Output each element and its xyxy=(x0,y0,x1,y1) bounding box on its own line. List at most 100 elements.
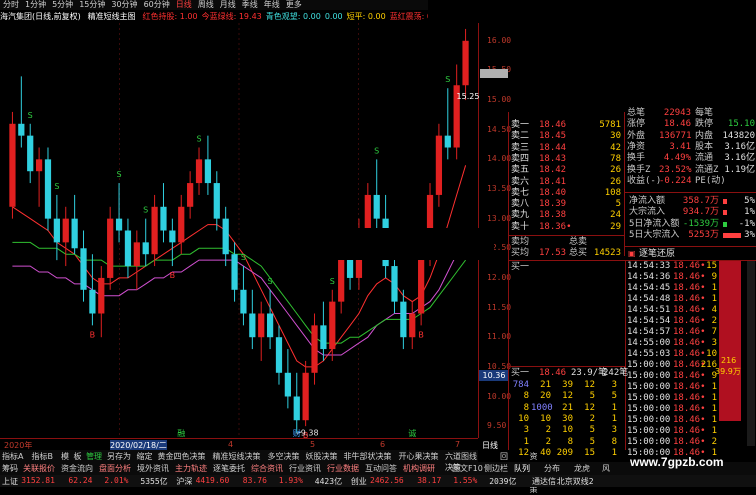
signal-label: B xyxy=(170,271,176,280)
date-tick: 7 xyxy=(455,440,461,449)
period-tab[interactable]: 分时 xyxy=(0,0,22,10)
candle-body xyxy=(169,230,176,243)
stock-title: 海汽集团(日线,前复权) xyxy=(0,12,81,21)
queue-volume: 8 xyxy=(611,436,617,447)
queue-row: 10 10 30 2 1 xyxy=(509,414,756,425)
info-tab[interactable]: 逐笔委托 xyxy=(213,463,245,474)
info-tab[interactable]: 盘面分析 xyxy=(99,463,131,474)
indicator-tab[interactable]: 多空决策 xyxy=(268,451,300,462)
info-tab[interactable]: 主力轨迹 xyxy=(175,463,207,474)
info-tab[interactable]: 行业资讯 xyxy=(289,463,321,474)
indicator-tab[interactable]: 指标A xyxy=(2,451,23,462)
index-quote: 5355亿 xyxy=(140,477,168,486)
signal-label: S xyxy=(117,170,122,179)
index-quote: 北京双线2 xyxy=(556,477,594,486)
side-tab[interactable]: 队列 xyxy=(514,463,530,474)
queue-volume: 12 xyxy=(584,380,595,390)
flow-value: 934.7万 xyxy=(682,207,719,218)
period-label[interactable]: 日线 xyxy=(482,440,498,451)
index-quote: 4419.60 xyxy=(195,476,230,485)
event-marker[interactable]: 财 xyxy=(293,428,301,438)
queue-row: 8 1000 21 12 1 xyxy=(509,403,756,414)
current-price-label: 15.25 xyxy=(456,92,480,102)
flow-value: -1539万 xyxy=(682,218,719,229)
event-marker[interactable]: 诚 xyxy=(408,428,416,438)
info-tab[interactable]: 机构调研 xyxy=(403,463,435,474)
candle-body xyxy=(373,194,380,219)
tick-volume: 2 xyxy=(711,316,717,326)
candle-body xyxy=(249,313,256,338)
queue-volume: 12 xyxy=(518,447,529,458)
queue-volume: 20 xyxy=(540,391,551,402)
flow-percent: 5% xyxy=(744,196,755,206)
period-tab[interactable]: 5分钟 xyxy=(49,0,76,10)
stat-label: 收益(-) xyxy=(627,175,662,186)
period-tab[interactable]: 年线 xyxy=(261,0,283,10)
indicator-tab[interactable]: 模 xyxy=(61,451,69,462)
indicator-tab[interactable]: 另存为 xyxy=(107,451,131,462)
candle-body xyxy=(240,289,247,314)
period-tab[interactable]: 更多 xyxy=(283,0,305,10)
stat-label: 流通Z xyxy=(695,164,719,175)
queue-volume: 209 xyxy=(556,447,573,458)
candle-body xyxy=(364,194,371,231)
candle-body xyxy=(204,159,212,184)
period-tab[interactable]: 月线 xyxy=(217,0,239,10)
queue-volume: 39 xyxy=(562,380,573,390)
indicator-tab[interactable]: 开心果决策 xyxy=(399,451,439,462)
signal-label: S xyxy=(268,277,273,286)
queue-volume: 5 xyxy=(589,425,595,436)
indicator-tab[interactable]: 板 xyxy=(74,451,82,462)
period-tab[interactable]: 日线 xyxy=(173,0,195,10)
candle-body xyxy=(329,301,336,350)
candle-body xyxy=(213,183,220,219)
period-tab[interactable]: 1分钟 xyxy=(22,0,49,10)
candle-body xyxy=(266,313,274,338)
side-tab[interactable]: 侧边栏 xyxy=(484,463,508,474)
info-tab[interactable]: 境外资讯 xyxy=(137,463,169,474)
period-tab[interactable]: 60分钟 xyxy=(141,0,173,10)
indicator-tab[interactable]: 缩定 xyxy=(137,451,153,462)
stat-label: 股本 xyxy=(695,141,714,152)
candle-body xyxy=(293,396,300,421)
period-tab[interactable]: 季线 xyxy=(239,0,261,10)
indicator-tab[interactable]: 精准短线决策 xyxy=(213,451,261,462)
flow-percent: 1% xyxy=(744,207,755,218)
indicator-tab[interactable]: 指标B xyxy=(32,451,54,462)
info-tab[interactable]: 互动问答 xyxy=(365,463,397,474)
side-tab[interactable]: 风 xyxy=(602,463,610,474)
indicator-value: 短平: 0.00 xyxy=(346,12,386,21)
info-tab[interactable]: 资金流向 xyxy=(61,463,93,474)
indicator-tab[interactable]: 黄金四色决策 xyxy=(158,451,206,462)
period-tab[interactable]: 周线 xyxy=(195,0,217,10)
event-marker[interactable]: 融 xyxy=(177,428,185,438)
candle-body xyxy=(338,254,345,302)
date-tick: 4 xyxy=(228,440,234,449)
tick-icon: ▣ xyxy=(628,249,636,258)
queue-volume: 8 xyxy=(567,436,573,447)
info-tab[interactable]: 关联报价 xyxy=(23,463,55,474)
info-tab[interactable]: 筹码 xyxy=(2,463,18,474)
queue-label: 买一 xyxy=(511,368,530,378)
candle-body xyxy=(435,135,443,195)
flow-bar xyxy=(723,210,727,216)
flow-label: 5日大宗流入 xyxy=(629,229,680,240)
side-tab[interactable]: 龙虎 xyxy=(574,463,590,474)
stat-label: 内盘 xyxy=(695,130,714,141)
info-tab[interactable]: 行业数据 xyxy=(327,463,359,474)
indicator-tab[interactable]: 妖股决策 xyxy=(306,451,338,462)
date-tick: 6 xyxy=(380,440,386,449)
stat-label: 换手Z xyxy=(627,164,651,175)
side-tab[interactable]: 分布 xyxy=(544,463,560,474)
indicator-tab[interactable]: 管理 xyxy=(86,451,102,462)
period-tab[interactable]: 15分钟 xyxy=(76,0,108,10)
flow-bar xyxy=(723,232,741,238)
info-tab[interactable]: 综合资讯 xyxy=(251,463,283,474)
stat-row: 收益(-) -0.224 PE(动) xyxy=(509,176,756,187)
signal-label: B xyxy=(90,330,96,339)
indicator-name[interactable]: 精准短线主图 xyxy=(88,12,136,21)
stat-label: 换手 xyxy=(627,153,646,164)
period-tab[interactable]: 30分钟 xyxy=(108,0,140,10)
indicator-tab[interactable]: 非牛部状决策 xyxy=(344,451,392,462)
side-tab[interactable]: 图文F10 xyxy=(452,463,483,474)
